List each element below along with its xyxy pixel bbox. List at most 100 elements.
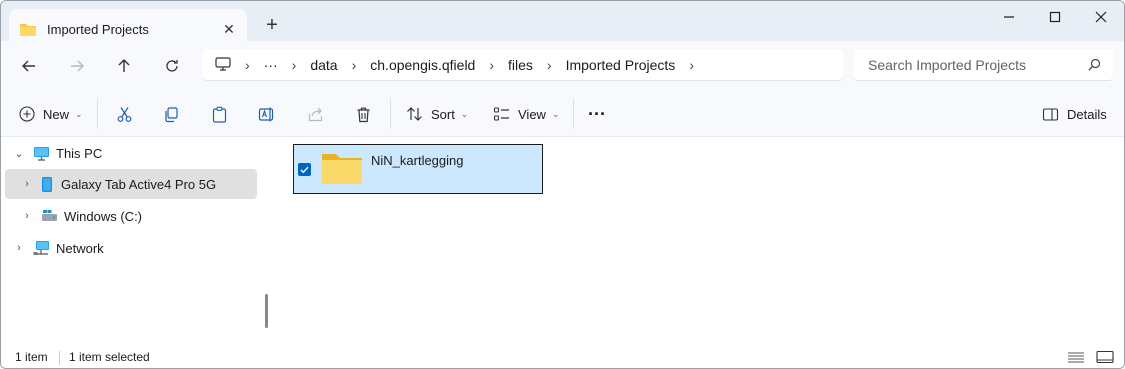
chevron-right-icon[interactable]: › [489,57,494,73]
command-bar: New ⌄ Sort ⌄ View ⌄ ··· Details [1,91,1124,137]
copy-button[interactable] [163,101,180,127]
search-input[interactable]: Search Imported Projects [854,49,1113,81]
back-button[interactable] [15,53,43,79]
paste-button[interactable] [211,101,228,127]
tiles-view-button[interactable] [1096,350,1114,364]
sort-icon [407,107,422,121]
separator [573,99,574,129]
separator [390,99,391,129]
breadcrumb-qfield[interactable]: ch.opengis.qfield [370,57,475,73]
up-button[interactable] [110,53,138,79]
item-count: 1 item [15,350,48,364]
rename-icon [258,107,274,121]
new-label: New [43,106,70,122]
chevron-right-icon[interactable]: › [689,57,694,73]
breadcrumb-data[interactable]: data [310,57,337,73]
navigation-bar: › ··· › data › ch.opengis.qfield › files… [1,41,1124,91]
sidebar-item-label: Galaxy Tab Active4 Pro 5G [61,176,217,192]
details-view-button[interactable] [1067,350,1085,364]
details-view-icon [1068,352,1084,363]
network-icon [33,240,50,256]
sidebar-item-this-pc[interactable]: ⌄ This PC [5,138,257,168]
tiles-view-icon [1096,350,1114,364]
sidebar-item-windows-c[interactable]: › Windows (C:) [5,201,257,231]
chevron-down-icon: ⌄ [460,108,469,119]
details-button[interactable]: Details [1042,101,1107,127]
forward-button[interactable] [63,53,91,79]
search-placeholder: Search Imported Projects [868,56,1026,73]
tab-title: Imported Projects [47,21,149,37]
trash-icon [357,107,370,122]
check-icon [300,166,309,173]
share-button[interactable] [307,101,324,127]
new-tab-button[interactable]: + [261,15,283,37]
selected-count: 1 item selected [69,350,150,364]
clipboard-icon [212,106,227,123]
address-bar[interactable]: › ··· › data › ch.opengis.qfield › files… [203,49,843,81]
delete-button[interactable] [355,101,372,127]
tab-close-button[interactable]: ✕ [219,19,239,39]
maximize-button[interactable] [1032,5,1078,29]
arrow-left-icon [22,60,35,72]
refresh-button[interactable] [158,53,186,79]
rename-button[interactable] [258,101,276,127]
close-button[interactable] [1078,5,1124,29]
sidebar-item-network[interactable]: › Network [5,233,257,263]
minimize-button[interactable] [986,5,1032,29]
sidebar-scrollbar[interactable] [265,294,268,328]
folder-icon [321,151,363,185]
breadcrumb-overflow[interactable]: ··· [264,57,278,73]
details-label: Details [1067,106,1107,122]
maximize-icon [1049,11,1061,23]
details-pane-icon [1042,107,1059,121]
chevron-right-icon[interactable]: › [292,57,297,73]
new-button[interactable]: New ⌄ [19,101,83,127]
chevron-right-icon[interactable]: › [547,57,552,73]
breadcrumb-files[interactable]: files [508,57,533,73]
close-icon [1095,11,1107,23]
sidebar-item-galaxy-tab[interactable]: › Galaxy Tab Active4 Pro 5G [5,169,257,199]
arrow-up-icon [118,59,130,72]
monitor-icon [215,57,231,72]
tablet-icon [41,176,53,193]
sort-button[interactable]: Sort ⌄ [406,101,468,127]
chevron-down-icon: ⌄ [551,108,560,119]
chevron-down-icon[interactable]: ⌄ [13,147,25,160]
item-checkbox[interactable] [298,163,311,176]
chevron-right-icon[interactable]: › [21,210,33,222]
plus-circle-icon [19,106,35,122]
chevron-right-icon[interactable]: › [352,57,357,73]
sort-label: Sort [431,106,455,122]
chevron-right-icon[interactable]: › [21,178,33,190]
sidebar-item-label: Windows (C:) [64,208,143,224]
monitor-icon [33,146,50,161]
see-more-button[interactable]: ··· [588,101,606,127]
arrow-right-icon [71,60,84,72]
file-explorer-window: Imported Projects ✕ + › ··· › data › ch.… [0,0,1125,369]
separator [59,351,60,365]
breadcrumb-imported-projects[interactable]: Imported Projects [566,57,676,73]
scissors-icon [117,106,132,122]
item-name: NiN_kartlegging [371,153,464,168]
view-list-icon [493,107,509,121]
sidebar-item-label: Network [56,240,104,256]
file-list: NiN_kartlegging [273,138,1124,346]
minimize-icon [1004,16,1014,18]
sidebar-item-label: This PC [56,145,103,161]
navigation-pane: ⌄ This PC › Galaxy Tab Active4 Pro 5G › … [1,138,259,346]
view-label: View [518,106,546,122]
chevron-right-icon[interactable]: › [13,242,25,254]
list-item[interactable]: NiN_kartlegging [293,144,543,194]
copy-icon [165,106,178,122]
chevron-down-icon: ⌄ [75,108,83,119]
share-icon [308,107,323,121]
chevron-right-icon[interactable]: › [245,57,250,73]
search-icon [1088,58,1101,74]
view-button[interactable]: View ⌄ [493,101,560,127]
cut-button[interactable] [116,101,133,127]
folder-icon [19,22,37,37]
separator [97,99,98,129]
refresh-icon [166,60,178,72]
status-bar: 1 item 1 item selected [1,346,1124,368]
drive-icon [41,209,58,223]
